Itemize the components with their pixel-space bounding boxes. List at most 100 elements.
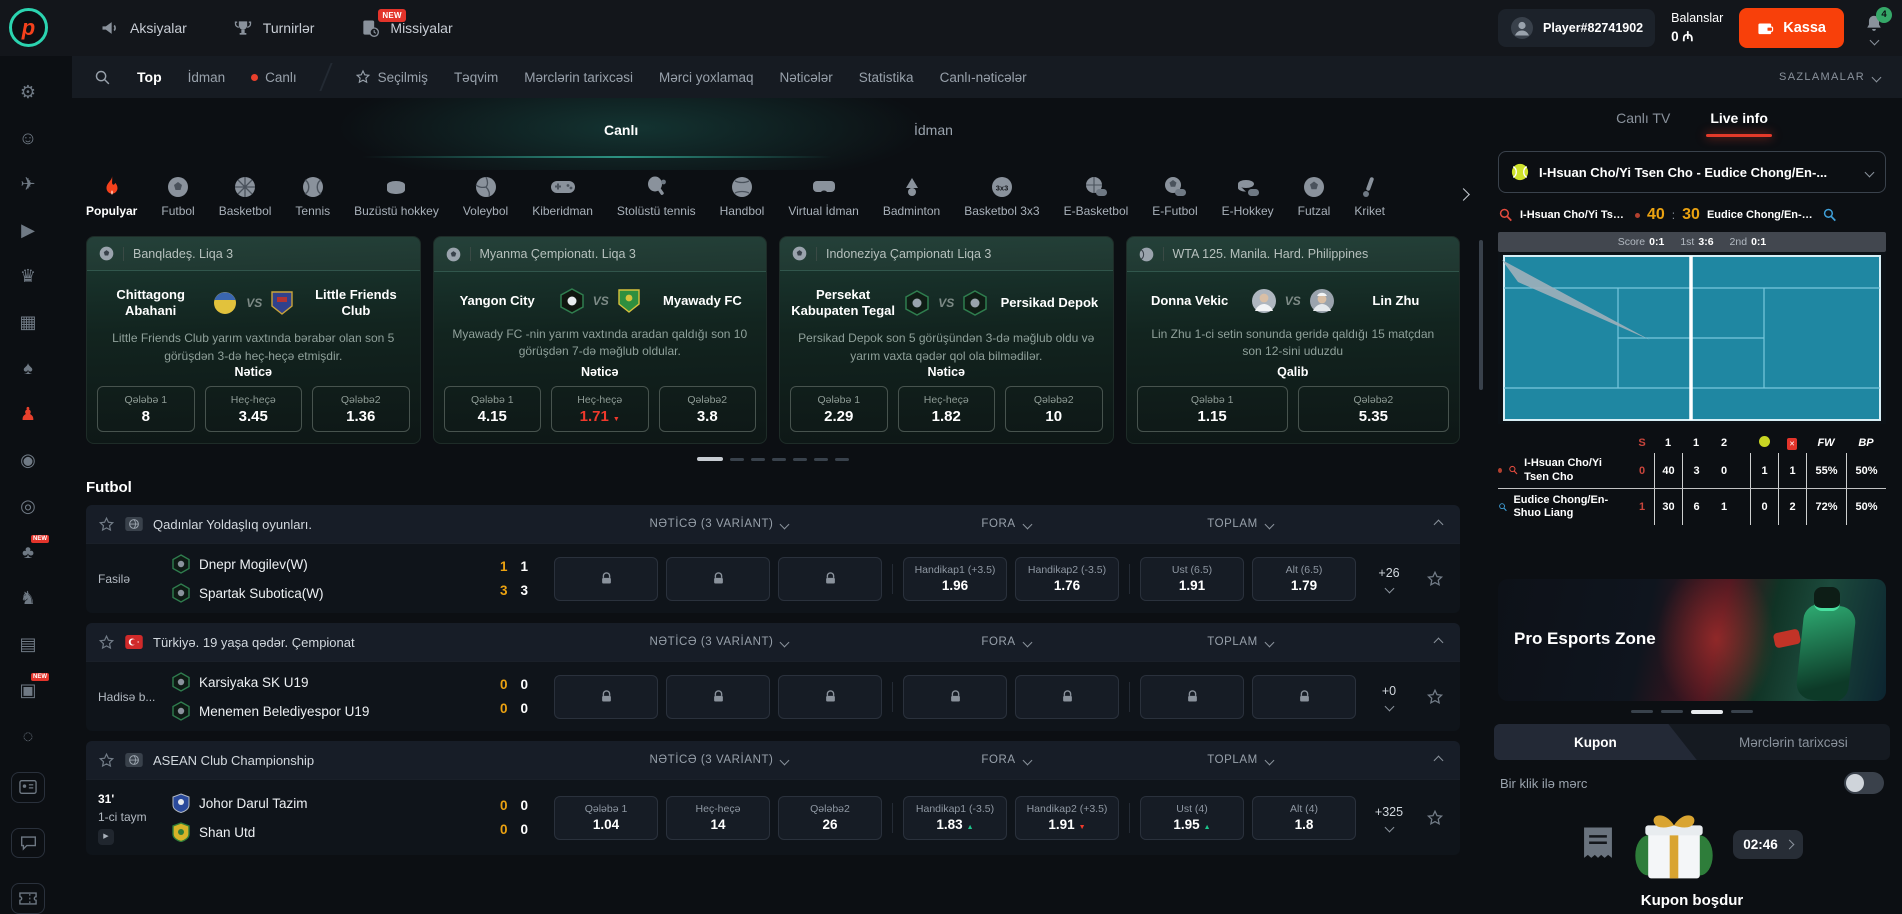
- sport-tab-e-football[interactable]: E-Futbol: [1152, 176, 1197, 218]
- sport-tabs-next-arrow[interactable]: [1459, 186, 1468, 204]
- column-total[interactable]: TOPLAM: [1128, 754, 1352, 766]
- nav-item-statistics[interactable]: Statistika: [859, 70, 914, 85]
- favorite-star-icon[interactable]: [98, 634, 115, 651]
- locked-odds-button[interactable]: [778, 557, 882, 601]
- brand-logo[interactable]: p: [9, 8, 48, 47]
- stream-play-icon[interactable]: ▶: [98, 829, 114, 845]
- column-result[interactable]: NƏTİCƏ (3 VARİANT): [554, 754, 884, 766]
- odds-button[interactable]: Handikap1 (+3.5)1.96: [903, 557, 1007, 601]
- match-row[interactable]: Hadisə b... Karsiyaka SK U19 Menemen Bel…: [86, 661, 1460, 731]
- player1-racket-icon[interactable]: [1498, 208, 1513, 223]
- more-icon[interactable]: ◌: [17, 726, 39, 747]
- player2-racket-icon[interactable]: [1822, 208, 1837, 223]
- casino-icon[interactable]: ⚙: [17, 82, 39, 103]
- sport-tab-volleyball[interactable]: Voleybol: [463, 176, 508, 218]
- promo-code-icon[interactable]: [11, 883, 45, 914]
- menu-item-tournaments[interactable]: Turnirlər: [233, 18, 315, 38]
- locked-odds-button[interactable]: [554, 675, 658, 719]
- column-handicap[interactable]: FORA: [894, 518, 1118, 530]
- tv-games-icon[interactable]: ▣NEW: [17, 680, 39, 701]
- odds-button[interactable]: Ust (4)1.95: [1140, 796, 1244, 840]
- collapse-section-button[interactable]: [1362, 757, 1448, 764]
- cards-icon[interactable]: ♠: [17, 358, 39, 379]
- balance-block[interactable]: Balanslar 0 ₼: [1671, 11, 1723, 45]
- menu-item-promotions[interactable]: Aksiyalar: [100, 18, 187, 38]
- sport-tab-basketball-3x3[interactable]: 3x3 Basketbol 3x3: [964, 176, 1039, 218]
- column-handicap[interactable]: FORA: [894, 754, 1118, 766]
- odds-button[interactable]: Alt (4)1.8: [1252, 796, 1356, 840]
- locked-odds-button[interactable]: [554, 557, 658, 601]
- video-icon[interactable]: ▶: [17, 220, 39, 241]
- nav-item-check-bet[interactable]: Mərci yoxlamaq: [659, 70, 754, 85]
- esports-banner[interactable]: Pro Esports Zone: [1498, 579, 1886, 701]
- promo-card[interactable]: WTA 125. Manila. Hard. Philippines Donna…: [1126, 236, 1461, 444]
- sport-tab-e-hockey[interactable]: E-Hokkey: [1222, 176, 1274, 218]
- match-selector-dropdown[interactable]: I-Hsuan Cho/Yi Tsen Cho - Eudice Chong/E…: [1498, 151, 1886, 193]
- odds-button[interactable]: Qələbə210: [1005, 386, 1103, 432]
- favorite-star-icon[interactable]: [1426, 809, 1444, 827]
- column-total[interactable]: TOPLAM: [1128, 518, 1352, 530]
- promo-carousel-dots[interactable]: [72, 457, 1474, 461]
- odds-button[interactable]: Handikap1 (-3.5)1.83: [903, 796, 1007, 840]
- odds-button[interactable]: Qələbə 12.29: [790, 386, 888, 432]
- gift-timer-button[interactable]: 02:46: [1733, 830, 1803, 859]
- sport-tab-virtual-sports[interactable]: Virtual İdman: [788, 176, 858, 218]
- more-markets-button[interactable]: +325: [1366, 805, 1412, 831]
- odds-button[interactable]: Qələbə 14.15: [444, 386, 542, 432]
- collapse-section-button[interactable]: [1362, 521, 1448, 528]
- account-card-icon[interactable]: [11, 772, 45, 803]
- column-result[interactable]: NƏTİCƏ (3 VARİANT): [554, 518, 884, 530]
- odds-button[interactable]: Handikap2 (+3.5)1.91: [1015, 796, 1119, 840]
- sport-tab-table-tennis[interactable]: Stolüstü tennis: [617, 176, 696, 218]
- league-name[interactable]: Türkiyə. 19 yaşa qədər. Çempionat: [153, 635, 355, 650]
- tab-betslip[interactable]: Kupon: [1494, 724, 1697, 760]
- match-row[interactable]: 31' 1-ci taym ▶ Johor Darul Tazim Shan U…: [86, 779, 1460, 855]
- sport-tab-badminton[interactable]: Badminton: [883, 176, 940, 218]
- news-icon[interactable]: ▤: [17, 634, 39, 655]
- league-name[interactable]: ASEAN Club Championship: [153, 753, 314, 768]
- menu-item-missions[interactable]: NEW Missiyalar: [360, 18, 452, 38]
- locked-odds-button[interactable]: [1140, 675, 1244, 719]
- tab-live-tv[interactable]: Canlı TV: [1616, 110, 1670, 126]
- favorite-star-icon[interactable]: [98, 752, 115, 769]
- odds-button[interactable]: Heç-heçə3.45: [205, 386, 303, 432]
- content-scrollbar[interactable]: [1479, 240, 1483, 390]
- sports-ball-icon[interactable]: ◉: [17, 450, 39, 471]
- locked-odds-button[interactable]: [666, 675, 770, 719]
- banner-carousel-dots[interactable]: [1494, 710, 1890, 714]
- tab-live-info[interactable]: Live info: [1710, 110, 1768, 126]
- nav-item-bet-history[interactable]: Mərclərin tarixcəsi: [524, 70, 633, 85]
- more-markets-button[interactable]: +26: [1366, 566, 1412, 592]
- odds-button[interactable]: Heç-heçə14: [666, 796, 770, 840]
- favorite-star-icon[interactable]: [1426, 570, 1444, 588]
- collapse-section-button[interactable]: [1362, 639, 1448, 646]
- sport-tab-futsal[interactable]: Futzal: [1298, 176, 1331, 218]
- odds-button[interactable]: Heç-heçə1.71: [551, 386, 649, 432]
- cashier-button[interactable]: Kassa: [1739, 8, 1844, 48]
- nav-item-calendar[interactable]: Təqvim: [454, 70, 498, 85]
- tab-sport[interactable]: İdman: [914, 122, 953, 138]
- odds-button[interactable]: Qələbə 11.15: [1137, 386, 1288, 432]
- promo-card[interactable]: Indoneziya Çampionatı Liqa 3 Persekat Ka…: [779, 236, 1114, 444]
- tab-bet-history[interactable]: Mərclərin tarixcəsi: [1697, 724, 1890, 760]
- column-total[interactable]: TOPLAM: [1128, 636, 1352, 648]
- favorite-star-icon[interactable]: [98, 516, 115, 533]
- games-icon[interactable]: ♞: [17, 588, 39, 609]
- sport-tab-football[interactable]: Futbol: [161, 176, 194, 218]
- locked-odds-button[interactable]: [903, 675, 1007, 719]
- odds-button[interactable]: Ust (6.5)1.91: [1140, 557, 1244, 601]
- notifications-button[interactable]: 4: [1860, 13, 1888, 44]
- nav-item-sport[interactable]: İdman: [188, 70, 226, 85]
- odds-button[interactable]: Qələbə21.36: [312, 386, 410, 432]
- live-bets-icon[interactable]: ♟: [17, 404, 39, 425]
- odds-button[interactable]: Qələbə226: [778, 796, 882, 840]
- sport-tab-cricket[interactable]: Kriket: [1354, 176, 1385, 218]
- search-icon[interactable]: [94, 69, 111, 86]
- gift-box-icon[interactable]: [1631, 801, 1717, 887]
- odds-button[interactable]: Qələbə 11.04: [554, 796, 658, 840]
- sport-tab-ice-hockey[interactable]: Buzüstü hokkey: [354, 176, 439, 218]
- locked-odds-button[interactable]: [1252, 675, 1356, 719]
- nav-item-results[interactable]: Nəticələr: [780, 70, 833, 85]
- promo-card[interactable]: Myanma Çempionatı. Liqa 3 Yangon City VS…: [433, 236, 768, 444]
- promo-card[interactable]: Banqladeş. Liqa 3 Chittagong Abahani VS …: [86, 236, 421, 444]
